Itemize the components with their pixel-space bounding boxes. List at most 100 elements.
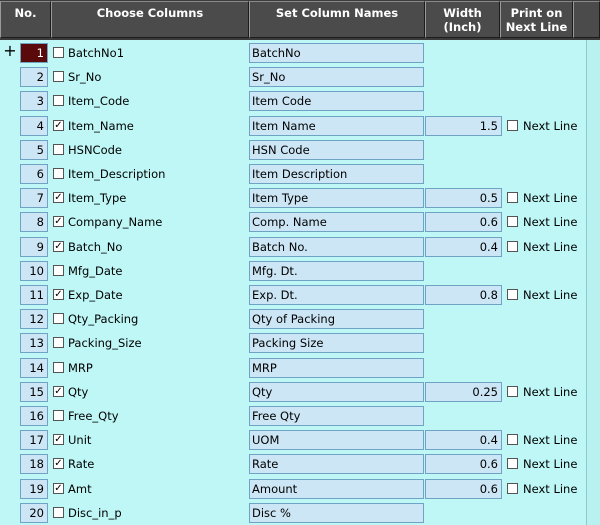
column-name-input[interactable]: MRP <box>249 357 424 378</box>
choose-column-checkbox[interactable] <box>53 361 64 373</box>
row-number-cell[interactable]: 10 <box>20 260 48 281</box>
next-line-checkbox[interactable] <box>507 385 518 397</box>
column-name-input[interactable]: BatchNo <box>249 43 424 63</box>
choose-column-checkbox[interactable]: ✓ <box>53 240 64 252</box>
table-row: 4 ✓ Item_Name Item Name 1.5 Next Line <box>0 115 587 138</box>
column-name-input[interactable]: Rate <box>249 454 424 475</box>
next-line-checkbox[interactable] <box>507 434 518 446</box>
row-number-cell[interactable]: 15 <box>20 381 48 402</box>
choose-column-checkbox[interactable]: ✓ <box>53 458 64 470</box>
row-number-cell[interactable]: 20 <box>20 502 48 523</box>
table-row: 7 ✓ Item_Type Item Type 0.5 Next Line <box>0 188 587 210</box>
vertical-scrollbar[interactable] <box>586 40 600 525</box>
choose-column-checkbox[interactable]: ✓ <box>53 216 64 228</box>
next-line-checkbox[interactable] <box>507 192 518 204</box>
next-line-checkbox[interactable] <box>507 240 518 252</box>
row-number-cell[interactable]: 6 <box>20 164 48 184</box>
column-name-input[interactable]: Disc % <box>249 502 424 523</box>
column-name-input[interactable]: Qty <box>249 381 424 402</box>
choose-column-checkbox[interactable] <box>53 95 64 107</box>
column-name-input[interactable]: Sr_No <box>249 67 424 88</box>
grid-header: No. Choose Columns Set Column Names Widt… <box>0 0 600 40</box>
next-line-checkbox[interactable] <box>507 289 518 300</box>
column-name-input[interactable]: Comp. Name <box>249 212 424 233</box>
choose-column-checkbox[interactable] <box>53 47 64 58</box>
next-line-checkbox[interactable] <box>507 482 518 494</box>
choose-column-checkbox[interactable] <box>53 506 64 518</box>
column-name-input[interactable]: Batch No. <box>249 236 424 257</box>
next-line-label: Next Line <box>523 239 578 254</box>
column-field-label: Item_Code <box>68 94 130 109</box>
column-field-label: Item_Type <box>68 191 127 206</box>
column-width-input[interactable]: 0.4 <box>425 236 502 257</box>
choose-column-checkbox[interactable] <box>53 71 64 83</box>
table-row: 18 ✓ Rate Rate 0.6 Next Line <box>0 454 587 476</box>
choose-column-checkbox[interactable]: ✓ <box>53 482 64 494</box>
row-number-cell[interactable]: 1 <box>20 43 48 63</box>
row-number-cell[interactable]: 17 <box>20 430 48 451</box>
row-number-cell[interactable]: 3 <box>20 91 48 112</box>
header-width[interactable]: Width (Inch) <box>425 1 500 38</box>
column-width-input[interactable]: 1.5 <box>425 115 502 136</box>
row-number-cell[interactable]: 14 <box>20 357 48 378</box>
choose-column-checkbox[interactable]: ✓ <box>53 192 64 204</box>
column-width-input[interactable]: 0.6 <box>425 478 502 499</box>
column-width-input[interactable]: 0.5 <box>425 188 502 209</box>
column-name-input[interactable]: UOM <box>249 430 424 451</box>
row-number-cell[interactable]: 16 <box>20 406 48 426</box>
row-number-cell[interactable]: 12 <box>20 309 48 330</box>
choose-column-checkbox[interactable] <box>53 168 64 179</box>
next-line-checkbox[interactable] <box>507 119 518 131</box>
row-number-cell[interactable]: 19 <box>20 478 48 499</box>
choose-column-checkbox[interactable]: ✓ <box>53 434 64 446</box>
row-number-cell[interactable]: 18 <box>20 454 48 475</box>
row-number-cell[interactable]: 7 <box>20 188 48 209</box>
column-field-label: Packing_Size <box>68 336 142 351</box>
column-field-label: Exp_Date <box>68 288 123 302</box>
column-width-input[interactable]: 0.6 <box>425 212 502 233</box>
table-row: 17 ✓ Unit UOM 0.4 Next Line <box>0 430 587 452</box>
row-number-cell[interactable]: 2 <box>20 67 48 88</box>
column-name-input[interactable]: Amount <box>249 478 424 499</box>
choose-column-checkbox[interactable] <box>53 410 64 421</box>
choose-column-checkbox[interactable]: ✓ <box>53 119 64 131</box>
choose-column-checkbox[interactable] <box>53 313 64 325</box>
choose-column-checkbox[interactable]: ✓ <box>53 289 64 300</box>
row-number-cell[interactable]: 8 <box>20 212 48 233</box>
row-number-cell[interactable]: 9 <box>20 236 48 257</box>
header-print-next-line[interactable]: Print on Next Line <box>500 1 573 38</box>
choose-column-checkbox[interactable] <box>53 337 64 349</box>
table-row: 8 ✓ Company_Name Comp. Name 0.6 Next Line <box>0 212 587 234</box>
header-filler <box>573 1 600 38</box>
column-name-input[interactable]: Free Qty <box>249 406 424 426</box>
column-name-input[interactable]: Item Description <box>249 164 424 184</box>
row-number-cell[interactable]: 13 <box>20 333 48 354</box>
column-name-input[interactable]: HSN Code <box>249 139 424 160</box>
table-row: 9 ✓ Batch_No Batch No. 0.4 Next Line <box>0 236 587 259</box>
column-name-input[interactable]: Item Name <box>249 115 424 136</box>
column-name-input[interactable]: Item Type <box>249 188 424 209</box>
column-name-input[interactable]: Packing Size <box>249 333 424 354</box>
column-width-input[interactable]: 0.4 <box>425 430 502 451</box>
row-number-cell[interactable]: 4 <box>20 115 48 136</box>
choose-column-checkbox[interactable]: ✓ <box>53 385 64 397</box>
header-no[interactable]: No. <box>0 1 51 38</box>
column-field-label: Rate <box>68 457 95 472</box>
column-name-input[interactable]: Qty of Packing <box>249 309 424 330</box>
column-name-input[interactable]: Item Code <box>249 91 424 112</box>
column-width-input[interactable]: 0.8 <box>425 285 502 305</box>
row-number-cell[interactable]: 11 <box>20 285 48 305</box>
next-line-checkbox[interactable] <box>507 216 518 228</box>
table-row: 14 MRP MRP <box>0 357 587 380</box>
column-width-input[interactable]: 0.6 <box>425 454 502 475</box>
column-width-input[interactable]: 0.25 <box>425 381 502 402</box>
column-name-input[interactable]: Mfg. Dt. <box>249 260 424 281</box>
choose-column-checkbox[interactable] <box>53 264 64 276</box>
column-field-label: Mfg_Date <box>68 263 123 278</box>
choose-column-checkbox[interactable] <box>53 143 64 155</box>
header-set-column-names[interactable]: Set Column Names <box>249 1 425 38</box>
column-name-input[interactable]: Exp. Dt. <box>249 285 424 305</box>
header-choose-columns[interactable]: Choose Columns <box>51 1 249 38</box>
row-number-cell[interactable]: 5 <box>20 139 48 160</box>
next-line-checkbox[interactable] <box>507 458 518 470</box>
